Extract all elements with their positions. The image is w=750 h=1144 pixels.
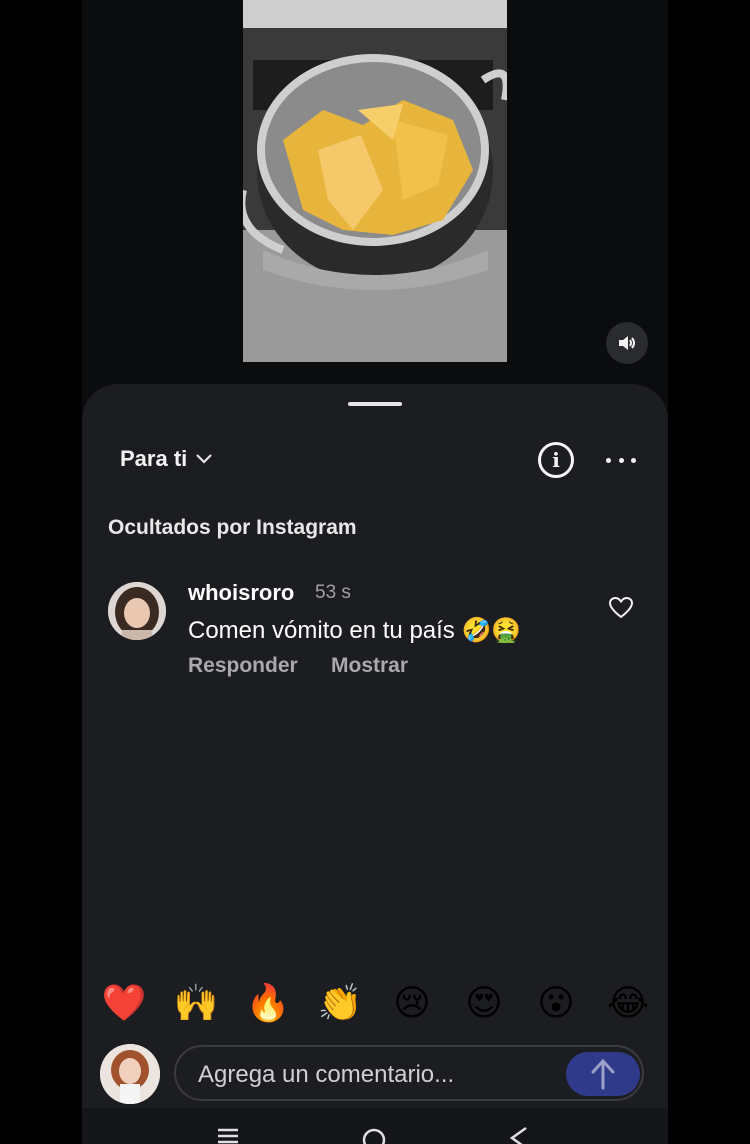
comment-input[interactable] [196,1055,560,1095]
reaction-raised-hands[interactable]: 🙌 [172,982,220,1024]
comment-text: Comen vómito en tu país 🤣🤮 [188,617,522,644]
sheet-grabber[interactable] [348,402,402,406]
current-user-avatar [100,1044,160,1104]
heart-outline-icon [608,596,634,619]
comments-sheet: Para ti i Ocultados por Instagram whoisr… [82,384,668,1144]
app-screen: Para ti i Ocultados por Instagram whoisr… [82,0,668,1144]
comment-field [174,1045,644,1101]
sort-dropdown[interactable]: Para ti [120,446,213,472]
send-button[interactable] [566,1052,640,1096]
comment-username[interactable]: whoisroro [188,580,294,606]
reaction-clap[interactable]: 👏 [316,982,364,1024]
comment-composer [100,1044,652,1104]
home-icon[interactable] [362,1126,386,1144]
more-options-button[interactable] [606,450,636,470]
back-icon[interactable] [508,1126,532,1144]
quick-reactions-bar: ❤️ 🙌 🔥 👏 😢 😍 😮 😂 [100,982,652,1024]
comment-item: whoisroro 53 s Comen vómito en tu país 🤣… [108,576,648,686]
recents-icon[interactable] [216,1126,240,1144]
system-navigation-bar [82,1108,668,1144]
reaction-fire[interactable]: 🔥 [244,982,292,1024]
reaction-heart-eyes[interactable]: 😍 [460,982,508,1024]
hidden-by-instagram-label: Ocultados por Instagram [108,516,357,539]
sort-label: Para ti [120,446,188,471]
show-button[interactable]: Mostrar [331,654,408,678]
chevron-down-icon [195,453,213,465]
reply-button[interactable]: Responder [188,654,298,678]
like-button[interactable] [608,596,634,625]
arrow-up-icon [591,1058,615,1090]
speaker-icon [619,336,635,350]
pot-of-squash-image [243,0,507,362]
mute-button[interactable] [606,322,648,364]
reaction-heart[interactable]: ❤️ [100,982,148,1024]
comment-timestamp: 53 s [315,582,351,603]
reaction-crying[interactable]: 😢 [388,982,436,1024]
video-preview[interactable] [243,0,507,362]
avatar[interactable] [108,582,166,640]
reaction-surprised[interactable]: 😮 [532,982,580,1024]
info-icon: i [552,448,560,472]
more-horizontal-icon [606,457,611,463]
info-button[interactable]: i [538,442,574,478]
reaction-laughing[interactable]: 😂 [604,982,652,1024]
